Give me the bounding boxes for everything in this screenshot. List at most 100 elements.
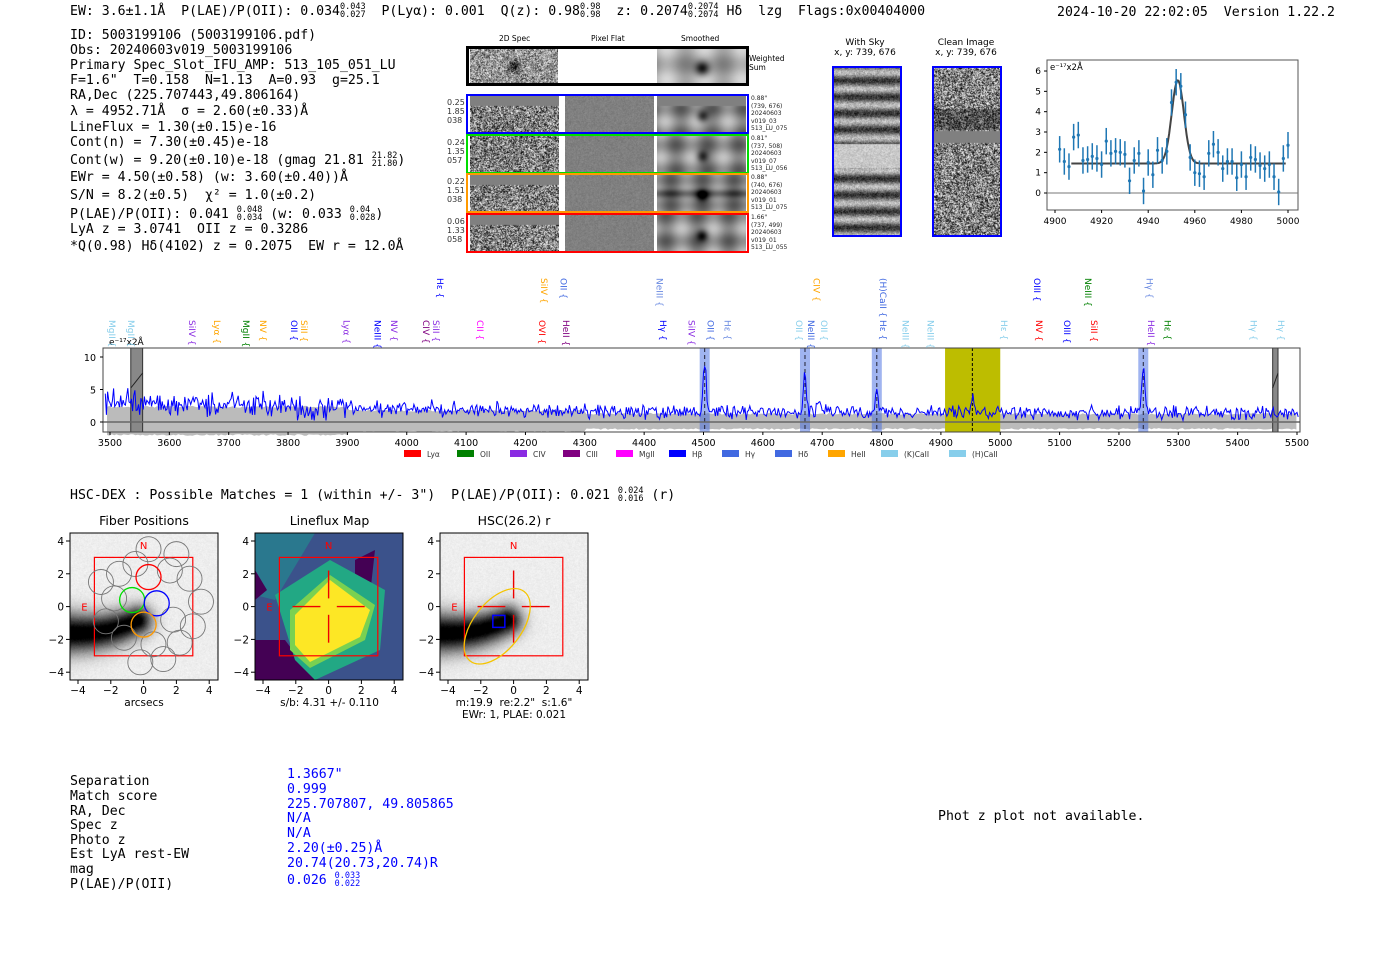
legend-label: CIV <box>533 450 546 459</box>
line-id-label: Lyα { <box>340 320 350 344</box>
y-tick-label: 0 <box>427 602 434 614</box>
y-tick-label: 5 <box>1035 87 1041 97</box>
y-tick-label: 4 <box>427 536 434 548</box>
line-id-label: OII { <box>705 320 715 341</box>
legend-label: MgII <box>639 450 655 459</box>
fiber-circle <box>176 565 203 592</box>
y-tick-label: −4 <box>419 667 435 679</box>
line-id-label: Hγ { <box>657 320 667 341</box>
x-tick-label: 4200 <box>513 438 537 449</box>
x-tick-label: 4 <box>391 685 398 697</box>
x-tick-label: 4980 <box>1230 217 1253 227</box>
x-tick-label: 4900 <box>1044 217 1067 227</box>
east-label: E <box>81 603 87 614</box>
data-point <box>1058 147 1062 151</box>
fiber-circle <box>140 631 167 658</box>
data-point <box>1109 151 1113 155</box>
data-point <box>1207 151 1211 155</box>
line-id-label: MgII { <box>106 320 116 347</box>
y-tick-label: 1 <box>1035 169 1041 179</box>
match-value: 2.20(±0.25)Å <box>287 841 383 856</box>
data-point <box>1267 162 1271 167</box>
x-tick-label: 5400 <box>1226 438 1250 449</box>
data-point <box>1230 159 1234 164</box>
data-point <box>1216 150 1220 154</box>
line-id-label: NeIII { <box>924 320 934 349</box>
line-id-label: SiIV { <box>186 320 196 346</box>
x-tick-label: 0 <box>140 685 147 697</box>
legend-swatch <box>404 450 421 457</box>
selected-fiber-circle <box>143 590 170 617</box>
y-tick-label: 0 <box>90 418 96 429</box>
x-tick-label: 5100 <box>1048 438 1072 449</box>
y-tick-label: 0 <box>1035 189 1041 199</box>
legend-label: Lyα <box>427 450 440 459</box>
x-tick-label: −4 <box>255 685 271 697</box>
xlabel-arcsecs: arcsecs <box>124 697 164 709</box>
data-point <box>1193 171 1197 175</box>
x-tick-label: 5000 <box>1277 217 1300 227</box>
xlabel-sb: s/b: 4.31 +/- 0.110 <box>280 697 379 709</box>
line-id-label: SiIV { <box>538 278 548 304</box>
data-point <box>1081 158 1085 163</box>
data-point <box>1235 176 1239 180</box>
legend-swatch <box>669 450 686 457</box>
legend-swatch <box>510 450 527 457</box>
unit-label: e⁻¹⁷x2Å <box>1050 61 1083 73</box>
line-id-label: NV { <box>388 320 398 341</box>
x-tick-label: 4920 <box>1090 217 1113 227</box>
masked-region <box>130 347 144 433</box>
data-point <box>1197 172 1202 176</box>
x-tick-label: 4 <box>206 685 213 697</box>
x-tick-label: 4960 <box>1183 217 1206 227</box>
line-id-label: MgII { <box>125 320 135 347</box>
line-id-label: OIII { <box>1061 320 1071 344</box>
line-id-label: NeIII { <box>805 320 815 349</box>
legend-label: HeII <box>851 450 866 459</box>
line-id-label: Hγ { <box>1275 320 1285 341</box>
match-value: 20.74(20.73,20.74)R <box>287 856 438 871</box>
data-point <box>1225 159 1230 164</box>
y-tick-label: 5 <box>90 386 96 397</box>
elixer-report: EW: 3.6±1.1Å P(LAE)/P(OII): 0.034 0.043 0.… <box>0 0 1400 953</box>
line-id-label: Hε { <box>1162 320 1172 340</box>
y-tick-label: 2 <box>427 569 434 581</box>
match-label: Photo z <box>70 833 126 848</box>
panel-title-fiber-positions: Fiber Positions <box>99 513 189 528</box>
match-label: mag <box>70 862 94 877</box>
match-label: P(LAE)/P(OII) <box>70 877 174 892</box>
match-label: RA, Dec <box>70 804 126 819</box>
legend-swatch <box>881 450 898 457</box>
data-point <box>1062 159 1066 164</box>
x-tick-label: 2 <box>543 685 550 697</box>
data-point <box>1086 157 1090 162</box>
fiber-circle <box>92 608 119 635</box>
x-tick-label: 5200 <box>1107 438 1131 449</box>
fit-plot-frame <box>1046 59 1299 211</box>
y-tick-label: 10 <box>84 353 96 364</box>
x-tick-label: −2 <box>103 685 118 697</box>
match-label: Match score <box>70 789 158 804</box>
data-point <box>1188 155 1192 160</box>
legend-label: CIII <box>586 450 598 459</box>
photz-message: Phot z plot not available. <box>938 809 1145 824</box>
data-point <box>1123 152 1127 156</box>
line-id-label: OII { <box>818 320 828 341</box>
masked-region <box>1272 347 1279 433</box>
line-id-label: Hε { <box>877 320 887 340</box>
x-tick-label: −4 <box>70 685 86 697</box>
plots-layer: 4900 4920 4940 4960 4980 50000123456 e⁻¹⁷x2Å35… <box>49 59 1309 697</box>
match-value: 1.3667" <box>287 767 343 782</box>
line-id-label: SiII { <box>1088 320 1098 342</box>
data-point <box>1169 100 1174 105</box>
data-point <box>1281 156 1285 161</box>
source-marker <box>492 614 506 629</box>
legend-swatch <box>722 450 739 457</box>
y-tick-label: 4 <box>1035 108 1041 118</box>
data-point <box>1104 139 1108 143</box>
panel-frame <box>439 532 589 681</box>
x-tick-label: 5000 <box>988 438 1012 449</box>
fiber-circle <box>110 624 137 651</box>
legend-swatch <box>616 450 633 457</box>
y-tick-label: −2 <box>419 634 434 646</box>
